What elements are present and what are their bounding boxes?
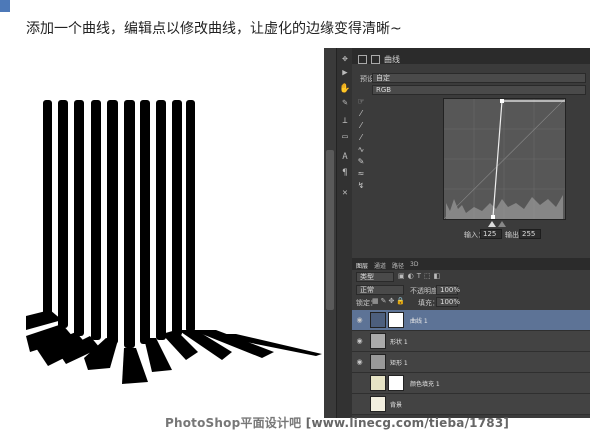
stripe-3 bbox=[74, 100, 84, 336]
tool-strip: ✥ ▶ ✋ ✎ ⊥ ▭ A ¶ ✕ bbox=[336, 48, 352, 418]
tab-3d[interactable]: 3D bbox=[410, 261, 418, 268]
page-corner-marker bbox=[0, 0, 10, 12]
input-slider[interactable] bbox=[443, 221, 568, 227]
smooth-icon[interactable]: ≈ bbox=[356, 168, 366, 180]
visibility-eye-icon[interactable]: ◉ bbox=[355, 358, 364, 367]
layer-name[interactable]: 曲线 1 bbox=[410, 316, 428, 325]
stripe-artwork bbox=[26, 100, 322, 384]
base-6 bbox=[122, 348, 148, 384]
stripe-4 bbox=[91, 100, 101, 340]
para-icon[interactable]: ¶ bbox=[339, 168, 351, 179]
pen-icon[interactable]: ✕ bbox=[339, 188, 351, 199]
stripe-1 bbox=[43, 100, 52, 318]
curves-adjust-icon bbox=[370, 312, 386, 328]
tab-paths[interactable]: 路径 bbox=[392, 261, 404, 270]
tab-channels[interactable]: 通道 bbox=[374, 261, 386, 270]
auto-icon[interactable]: ↯ bbox=[356, 180, 366, 192]
background-thumb bbox=[370, 396, 386, 412]
curves-graph-svg bbox=[444, 99, 565, 219]
layer-name[interactable]: 形状 1 bbox=[390, 337, 408, 346]
rect-layer-thumb bbox=[370, 354, 386, 370]
layers-tab-bar bbox=[352, 258, 590, 270]
curve-point-low[interactable] bbox=[491, 215, 495, 219]
channel-dropdown[interactable]: RGB bbox=[372, 85, 586, 95]
eyedropper-gray-icon[interactable]: ⁄ bbox=[356, 120, 366, 132]
layer-row-shape[interactable]: ◉ 形状 1 bbox=[352, 331, 590, 352]
brush-icon[interactable]: ✎ bbox=[339, 98, 351, 109]
lock-icons[interactable]: ▦✎✥🔒 bbox=[372, 297, 407, 305]
curves-graph[interactable] bbox=[443, 98, 566, 220]
canvas-scroll-thumb[interactable] bbox=[326, 150, 334, 310]
watermark-url: [www.linecg.com/tieba/1783] bbox=[305, 416, 510, 430]
fill-field[interactable]: 100% bbox=[436, 297, 460, 307]
eyedropper-white-icon[interactable]: ⁄ bbox=[356, 132, 366, 144]
output-field[interactable]: 255 bbox=[519, 229, 541, 239]
layer-kind-filter[interactable]: 类型 bbox=[356, 272, 394, 282]
stripe-8 bbox=[156, 100, 166, 340]
curve-tools: ☞ ⁄ ⁄ ⁄ ∿ ✎ ≈ ↯ bbox=[356, 96, 370, 192]
visibility-eye-icon[interactable]: ◉ bbox=[355, 337, 364, 346]
document-canvas[interactable] bbox=[26, 48, 324, 418]
layer-name[interactable]: 背景 bbox=[390, 400, 402, 409]
filter-icons[interactable]: ▣◐T⬚◧ bbox=[398, 272, 443, 280]
stripe-9 bbox=[172, 100, 182, 336]
text-icon[interactable]: A bbox=[339, 152, 351, 163]
visibility-eye-icon[interactable]: ◉ bbox=[355, 316, 364, 325]
blend-mode-dropdown[interactable]: 正常 bbox=[356, 285, 404, 295]
hand-icon[interactable]: ✋ bbox=[339, 84, 351, 95]
color-fill-thumb bbox=[370, 375, 386, 391]
layer-mask-thumb bbox=[388, 312, 404, 328]
layer-row-curves[interactable]: ◉ 曲线 1 bbox=[352, 310, 590, 331]
shape-layer-thumb bbox=[370, 333, 386, 349]
stripe-7 bbox=[140, 100, 150, 344]
layer-name[interactable]: 颜色填充 1 bbox=[410, 379, 440, 388]
layer-mask-thumb bbox=[388, 375, 404, 391]
layer-row-rect[interactable]: ◉ 矩形 1 bbox=[352, 352, 590, 373]
eraser-icon[interactable]: ▭ bbox=[339, 132, 351, 143]
stripe-6 bbox=[124, 100, 135, 348]
mask-icon bbox=[371, 55, 380, 64]
properties-title-text: 曲线 bbox=[384, 55, 400, 64]
input-field[interactable]: 125 bbox=[480, 229, 502, 239]
layer-name[interactable]: 矩形 1 bbox=[390, 358, 408, 367]
curves-icon bbox=[358, 55, 367, 64]
curve-point-high[interactable] bbox=[500, 99, 504, 103]
watermark-brand: PhotoShop平面设计吧 bbox=[165, 416, 302, 430]
properties-title: 曲线 bbox=[358, 54, 400, 66]
stripe-10 bbox=[186, 100, 195, 332]
caption-text: 添加一个曲线，编辑点以修改曲线，让虚化的边缘变得清晰~ bbox=[26, 21, 402, 37]
layer-row-color-fill[interactable]: 颜色填充 1 bbox=[352, 373, 590, 394]
tab-layers[interactable]: 图层 bbox=[356, 261, 368, 270]
stamp-icon[interactable]: ⊥ bbox=[339, 116, 351, 127]
play-icon[interactable]: ▶ bbox=[339, 68, 351, 79]
target-adjust-icon[interactable]: ☞ bbox=[356, 96, 366, 108]
stripe-2 bbox=[58, 100, 68, 328]
pencil-draw-icon[interactable]: ✎ bbox=[356, 156, 366, 168]
eyedropper-black-icon[interactable]: ⁄ bbox=[356, 108, 366, 120]
curve-edit-icon[interactable]: ∿ bbox=[356, 144, 366, 156]
base-7 bbox=[144, 338, 172, 372]
layer-row-background[interactable]: 背景 bbox=[352, 394, 590, 415]
preset-dropdown[interactable]: 自定 bbox=[372, 73, 586, 83]
watermark: PhotoShop平面设计吧 [www.linecg.com/tieba/178… bbox=[165, 414, 509, 431]
stripe-5 bbox=[107, 100, 118, 344]
move-icon[interactable]: ✥ bbox=[339, 54, 351, 65]
opacity-field[interactable]: 100% bbox=[436, 285, 460, 295]
histogram bbox=[446, 195, 563, 219]
